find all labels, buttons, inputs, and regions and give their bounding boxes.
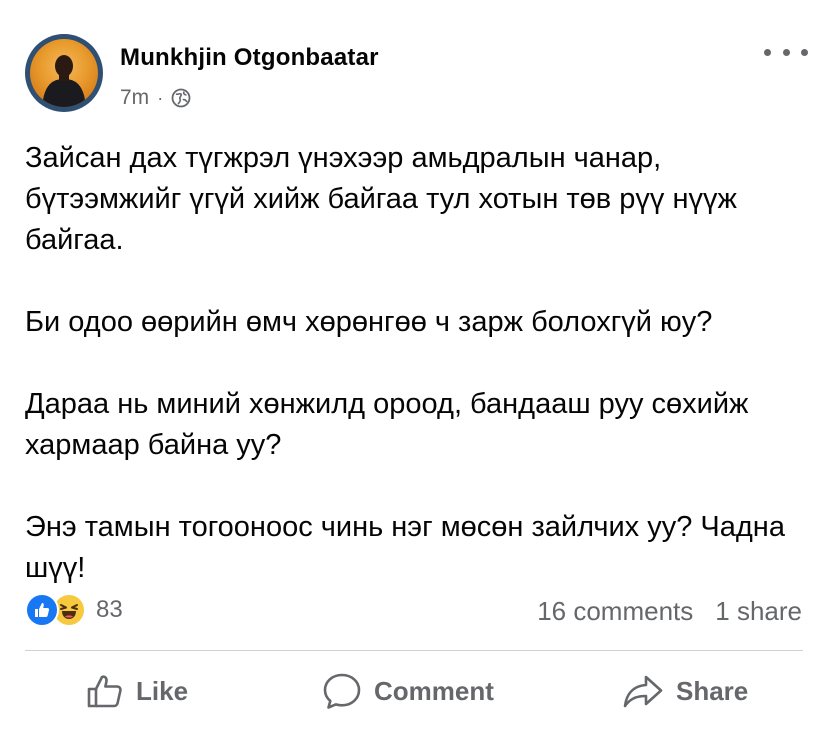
avatar[interactable] [25,34,103,112]
more-horizontal-icon[interactable] [764,40,808,64]
like-button[interactable]: Like [86,668,188,714]
post-meta: 7m · [120,85,191,111]
reaction-icons [25,593,86,627]
facebook-post: Munkhjin Otgonbaatar 7m · Зайсан дах түг… [0,0,828,732]
more-dot [782,48,790,56]
more-dot [764,48,771,56]
comments-count[interactable]: 16 comments [537,596,693,627]
globe-icon[interactable] [171,88,191,108]
comment-bubble-icon [323,673,361,709]
post-paragraph: Дараа нь миний хөнжилд ороод, бандааш ру… [25,388,749,461]
like-button-label: Like [136,675,189,706]
post-paragraph: Би одоо өөрийн өмч хөрөнгөө ч зарж болох… [25,306,713,338]
post-time[interactable]: 7m [120,86,149,110]
shares-count[interactable]: 1 share [715,596,802,627]
meta-separator: · [157,87,164,108]
divider [25,650,803,651]
reaction-count: 83 [96,596,123,623]
avatar-photo [30,39,98,107]
share-arrow-icon [623,675,663,708]
post-paragraph: Зайсан дах түгжрэл үнэхээр амьдралын чан… [25,142,737,256]
share-button-label: Share [676,675,749,706]
comment-button-label: Comment [374,675,494,706]
post-paragraph: Энэ тамын тогооноос чинь нэг мөсөн зайлч… [25,511,785,584]
share-button[interactable]: Share [622,668,748,714]
post-body: Зайсан дах түгжрэл үнэхээр амьдралын чан… [25,138,815,589]
reactions-summary[interactable]: 83 [25,592,123,628]
like-reaction-icon [25,593,59,627]
more-dot [801,48,808,56]
thumbs-up-icon [87,675,122,708]
comment-button[interactable]: Comment [322,668,494,714]
engagement-stats: 16 comments 1 share [537,596,802,627]
author-name[interactable]: Munkhjin Otgonbaatar [120,44,379,72]
